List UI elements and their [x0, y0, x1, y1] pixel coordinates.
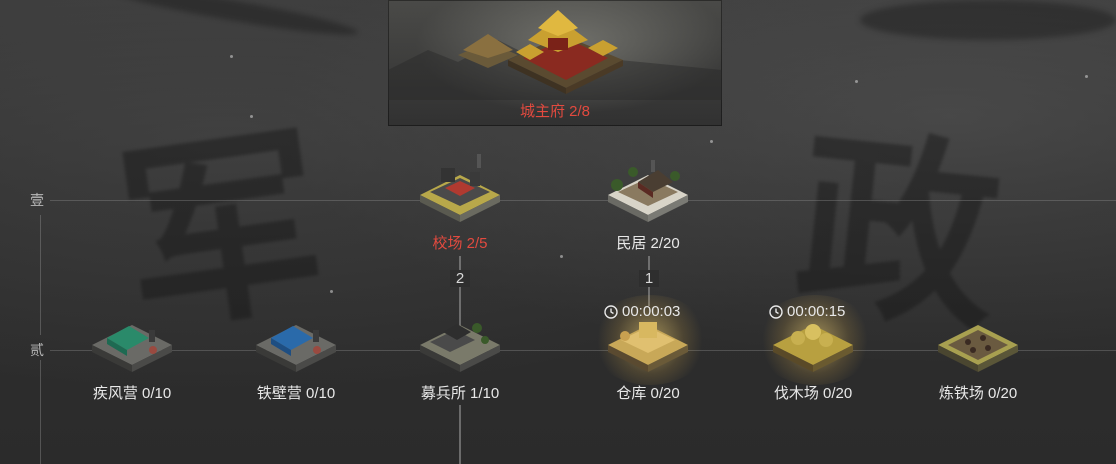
dust-speck [230, 55, 233, 58]
iron-wall-camp-label: 铁壁营 0/10 [256, 385, 336, 402]
building-iron-wall-camp[interactable]: 铁壁营 0/10 [236, 300, 356, 410]
tier-axis [40, 360, 41, 464]
main-hall-card[interactable]: 城主府 2/8 [388, 0, 722, 126]
building-residence[interactable]: 民居 2/20 [588, 150, 708, 260]
residence-label: 民居 2/20 [616, 235, 680, 252]
swift-wind-camp-icon [92, 325, 172, 372]
lumber-mill-label: 伐木场 0/20 [773, 385, 853, 402]
swift-wind-camp-label: 疾风营 0/10 [92, 385, 172, 402]
tier-2-label: 贰 [30, 343, 44, 359]
building-training-ground[interactable]: 校场 2/5 [400, 150, 520, 260]
building-iron-smelter[interactable]: 炼铁场 0/20 [918, 300, 1038, 410]
tier-1-line [50, 200, 1116, 201]
training-ground-icon [420, 154, 500, 222]
iron-smelter-icon [938, 325, 1018, 372]
building-lumber-mill[interactable]: 伐木场 0/20 [753, 300, 873, 410]
connector-line [459, 405, 461, 464]
dust-speck [330, 290, 333, 293]
dust-speck [710, 140, 713, 143]
main-hall-building-icon [388, 10, 722, 100]
building-recruitment-office[interactable]: 募兵所 1/10 [400, 300, 520, 410]
warehouse-label: 仓库 0/20 [616, 385, 680, 402]
dust-speck [250, 115, 253, 118]
lumber-mill-icon [773, 324, 853, 372]
building-swift-wind-camp[interactable]: 疾风营 0/10 [72, 300, 192, 410]
warehouse-icon [608, 322, 688, 372]
tier-axis [40, 215, 41, 335]
residence-icon [608, 160, 688, 222]
ink-stroke-decoration [860, 0, 1116, 40]
connector-count: 2 [450, 270, 470, 287]
main-hall-label: 城主府 2/8 [519, 103, 591, 120]
dust-speck [560, 255, 563, 258]
recruitment-office-label: 募兵所 1/10 [420, 385, 500, 402]
ink-stroke-decoration [100, 0, 360, 43]
dust-speck [855, 80, 858, 83]
building-warehouse[interactable]: 仓库 0/20 [588, 300, 708, 410]
iron-wall-camp-icon [256, 325, 336, 372]
iron-smelter-label: 炼铁场 0/20 [938, 385, 1018, 402]
connector-count: 1 [639, 270, 659, 287]
recruitment-office-icon [420, 323, 500, 372]
training-ground-label: 校场 2/5 [432, 235, 488, 252]
tier-1-label: 壹 [30, 193, 44, 209]
building-tree-screen: 军 政 壹 贰 2 1 城主府 2/8 校场 2/5 民居 2/20 疾风营 0… [0, 0, 1116, 464]
dust-speck [1085, 75, 1088, 78]
